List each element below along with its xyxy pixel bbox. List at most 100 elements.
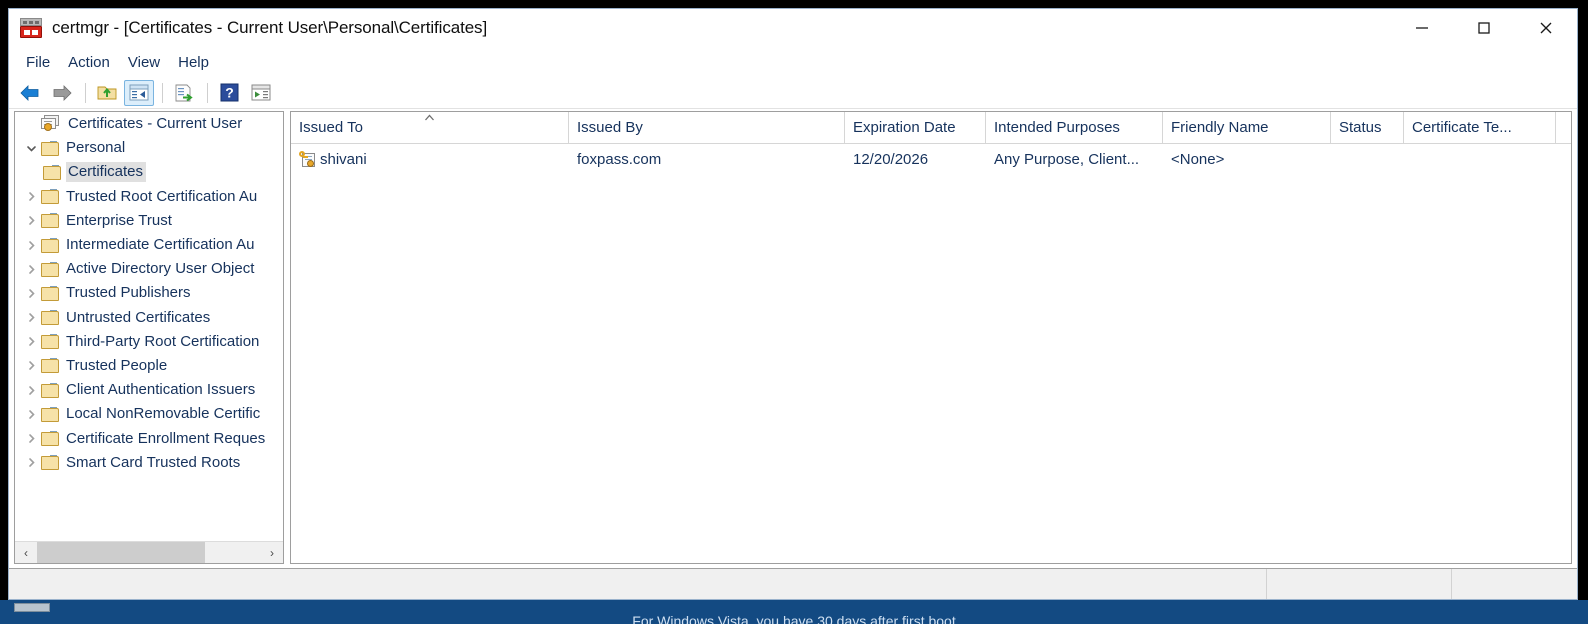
show-hide-action-pane-icon[interactable] xyxy=(246,80,276,106)
scroll-left-icon[interactable]: ‹ xyxy=(15,542,37,564)
tree-item-certificates[interactable]: Certificates xyxy=(15,160,283,184)
scrollbar-thumb[interactable] xyxy=(37,541,205,563)
title-bar: certmgr - [Certificates - Current User\P… xyxy=(9,9,1577,47)
window-controls xyxy=(1391,9,1577,47)
tree-item-smart-card-trusted-roots[interactable]: Smart Card Trusted Roots xyxy=(15,451,283,475)
svg-text:?: ? xyxy=(225,85,234,101)
tree-item-trusted-root-certification-authorities[interactable]: Trusted Root Certification Au xyxy=(15,185,283,209)
close-button[interactable] xyxy=(1515,9,1577,47)
chevron-right-icon[interactable] xyxy=(21,264,41,275)
folder-icon xyxy=(41,261,59,277)
tree-item-label: Trusted People xyxy=(66,356,168,374)
chevron-right-icon[interactable] xyxy=(21,385,41,396)
menu-action[interactable]: Action xyxy=(59,51,119,74)
column-header-certificate-template[interactable]: Certificate Te... xyxy=(1404,112,1556,143)
chevron-right-icon[interactable] xyxy=(21,409,41,420)
forward-icon[interactable] xyxy=(47,80,77,106)
tree-item-untrusted-certificates[interactable]: Untrusted Certificates xyxy=(15,306,283,330)
maximize-button[interactable] xyxy=(1453,9,1515,47)
tree-item-label: Local NonRemovable Certific xyxy=(66,405,261,423)
list-column-headers: Issued To Issued By Expiration Date Inte… xyxy=(291,112,1571,144)
certificate-list-pane: Issued To Issued By Expiration Date Inte… xyxy=(290,111,1572,564)
menu-bar: File Action View Help xyxy=(9,47,1577,77)
toolbar-separator xyxy=(207,82,208,103)
column-header-intended-purposes[interactable]: Intended Purposes xyxy=(986,112,1163,143)
up-one-level-icon[interactable] xyxy=(92,80,122,106)
tree-item-enterprise-trust[interactable]: Enterprise Trust xyxy=(15,209,283,233)
chevron-right-icon[interactable] xyxy=(21,433,41,444)
column-header-status[interactable]: Status xyxy=(1331,112,1404,143)
scroll-right-icon[interactable]: › xyxy=(261,542,283,564)
tree-item-certificate-enrollment-requests[interactable]: Certificate Enrollment Reques xyxy=(15,426,283,450)
column-header-issued-to[interactable]: Issued To xyxy=(291,112,569,143)
table-row[interactable]: shivani foxpass.com 12/20/2026 Any Purpo… xyxy=(291,144,1571,175)
tree-item-label: Intermediate Certification Au xyxy=(66,236,255,254)
tree-item-client-authentication-issuers[interactable]: Client Authentication Issuers xyxy=(15,378,283,402)
help-icon[interactable]: ? xyxy=(214,80,244,106)
tree-item-trusted-publishers[interactable]: Trusted Publishers xyxy=(15,281,283,305)
chevron-right-icon[interactable] xyxy=(21,312,41,323)
back-icon[interactable] xyxy=(15,80,45,106)
tree-item-trusted-people[interactable]: Trusted People xyxy=(15,354,283,378)
window-title: certmgr - [Certificates - Current User\P… xyxy=(52,18,488,37)
taskbar-notice-text: For Windows Vista, you have 30 days afte… xyxy=(632,613,956,624)
tree-item-label: Third-Party Root Certification xyxy=(66,332,260,350)
folder-icon xyxy=(41,310,59,326)
folder-icon xyxy=(41,213,59,229)
chevron-right-icon[interactable] xyxy=(21,215,41,226)
tree-item-local-nonremovable-certificates[interactable]: Local NonRemovable Certific xyxy=(15,402,283,426)
chevron-right-icon[interactable] xyxy=(21,240,41,251)
taskbar: For Windows Vista, you have 30 days afte… xyxy=(0,600,1588,624)
tree-item-active-directory-user-object[interactable]: Active Directory User Object xyxy=(15,257,283,281)
cell-issued-to: shivani xyxy=(291,144,569,175)
chevron-down-icon[interactable] xyxy=(21,143,41,154)
tree-scroll-area: Certificates - Current User Personal Cer… xyxy=(15,112,283,540)
column-header-filler xyxy=(1556,112,1568,143)
scrollbar-track[interactable] xyxy=(37,541,261,563)
chevron-right-icon[interactable] xyxy=(21,288,41,299)
certmgr-icon xyxy=(19,16,43,40)
tree-item-label: Trusted Publishers xyxy=(66,284,191,302)
minimize-button[interactable] xyxy=(1391,9,1453,47)
certmgr-window: certmgr - [Certificates - Current User\P… xyxy=(8,8,1578,600)
tree-horizontal-scrollbar[interactable]: ‹ › xyxy=(15,541,283,563)
certificate-with-key-icon xyxy=(299,151,317,168)
chevron-right-icon[interactable] xyxy=(21,191,41,202)
tree-item-label: Personal xyxy=(66,139,126,157)
tree-item-intermediate-certification-authorities[interactable]: Intermediate Certification Au xyxy=(15,233,283,257)
status-panel-secondary xyxy=(1267,569,1452,599)
taskbar-handle[interactable] xyxy=(14,603,50,612)
chevron-right-icon[interactable] xyxy=(21,336,41,347)
export-list-icon[interactable] xyxy=(169,80,199,106)
toolbar-separator xyxy=(162,82,163,103)
console-tree-pane: Certificates - Current User Personal Cer… xyxy=(14,111,284,564)
tree-item-third-party-root-certification-authorities[interactable]: Third-Party Root Certification xyxy=(15,330,283,354)
folder-icon xyxy=(41,382,59,398)
tree-item-certificates-current-user[interactable]: Certificates - Current User xyxy=(15,112,283,136)
show-hide-console-tree-icon[interactable] xyxy=(124,79,154,106)
menu-view[interactable]: View xyxy=(119,51,169,74)
tree-item-personal[interactable]: Personal xyxy=(15,136,283,160)
tree-item-label: Active Directory User Object xyxy=(66,260,255,278)
status-panel-tertiary xyxy=(1452,569,1577,599)
menu-help[interactable]: Help xyxy=(169,51,218,74)
folder-icon xyxy=(41,334,59,350)
column-header-label: Certificate Te... xyxy=(1412,119,1512,136)
chevron-right-icon[interactable] xyxy=(21,360,41,371)
folder-icon xyxy=(41,431,59,447)
sort-ascending-icon xyxy=(423,112,436,125)
cell-text: shivani xyxy=(320,151,367,168)
column-header-friendly-name[interactable]: Friendly Name xyxy=(1163,112,1331,143)
toolbar: ? xyxy=(9,77,1577,109)
column-header-expiration-date[interactable]: Expiration Date xyxy=(845,112,986,143)
column-header-issued-by[interactable]: Issued By xyxy=(569,112,845,143)
column-header-label: Issued By xyxy=(577,119,643,136)
cell-status xyxy=(1331,144,1404,175)
chevron-right-icon[interactable] xyxy=(21,457,41,468)
folder-icon xyxy=(41,406,59,422)
tree-item-label: Certificates xyxy=(66,162,147,183)
cell-expiration-date: 12/20/2026 xyxy=(853,151,929,168)
menu-file[interactable]: File xyxy=(17,51,59,74)
folder-icon xyxy=(41,140,59,156)
tree-item-label: Untrusted Certificates xyxy=(66,308,211,326)
